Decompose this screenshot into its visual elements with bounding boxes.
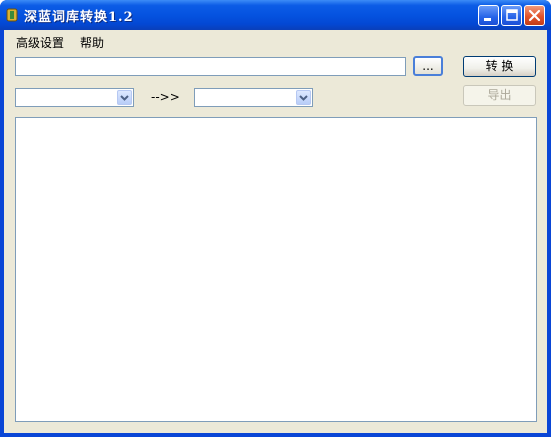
close-button[interactable] xyxy=(524,5,545,26)
convert-button[interactable]: 转 换 xyxy=(463,56,536,77)
browse-button[interactable]: ... xyxy=(413,56,443,76)
menu-help[interactable]: 帮助 xyxy=(80,34,104,51)
title-bar[interactable]: 深蓝词库转换1.2 xyxy=(0,0,551,30)
app-icon xyxy=(6,8,18,22)
chevron-down-icon xyxy=(120,95,129,101)
menu-advanced-settings[interactable]: 高级设置 xyxy=(16,34,64,51)
close-icon xyxy=(528,9,541,22)
maximize-button[interactable] xyxy=(501,5,522,26)
export-button[interactable]: 导出 xyxy=(463,85,536,106)
from-format-select[interactable] xyxy=(15,88,134,107)
file-path-input[interactable] xyxy=(15,57,406,76)
window-title: 深蓝词库转换1.2 xyxy=(24,10,134,25)
app-window: 深蓝词库转换1.2 高级设置 帮助 ... 转 换 -->> 导出 xyxy=(0,0,551,437)
client-area: 高级设置 帮助 ... 转 换 -->> 导出 xyxy=(4,30,547,433)
from-format-dropdown-button[interactable] xyxy=(117,90,132,105)
output-text-area[interactable] xyxy=(15,117,537,422)
to-format-select[interactable] xyxy=(194,88,313,107)
menu-bar: 高级设置 帮助 xyxy=(4,30,547,52)
conversion-arrow-label: -->> xyxy=(151,90,180,104)
maximize-icon xyxy=(506,9,518,21)
minimize-icon xyxy=(484,18,491,21)
chevron-down-icon xyxy=(299,95,308,101)
minimize-button[interactable] xyxy=(478,5,499,26)
to-format-dropdown-button[interactable] xyxy=(296,90,311,105)
